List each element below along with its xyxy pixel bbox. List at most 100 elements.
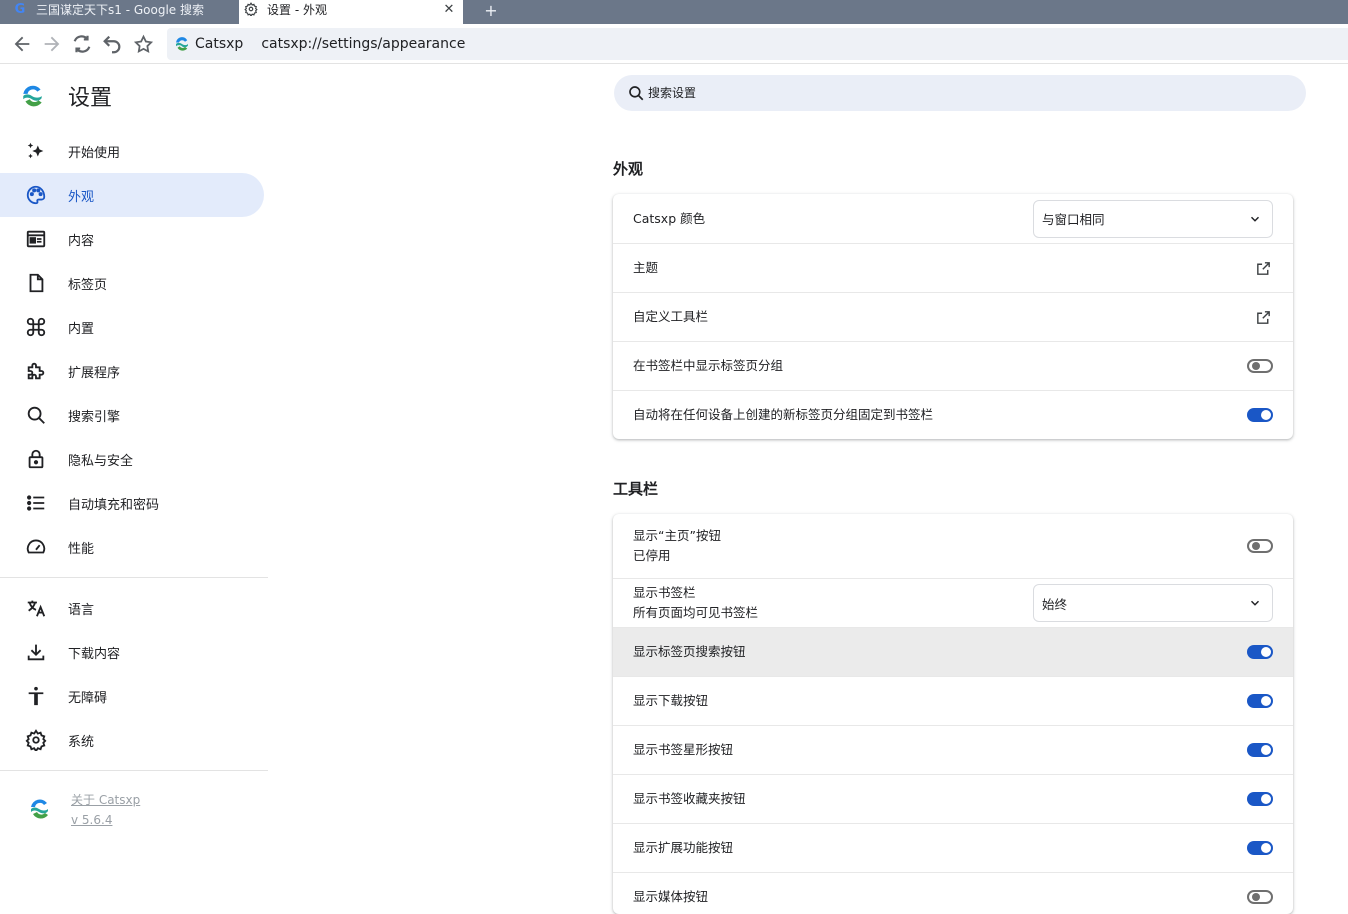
download-button-row: 显示下载按钮: [613, 676, 1293, 725]
reload-icon: [73, 35, 91, 53]
catsxp-logo-icon: [31, 799, 48, 819]
bookmark-star-button-toggle[interactable]: [1247, 743, 1273, 757]
sidebar-item-autofill[interactable]: 自动填充和密码: [0, 481, 264, 525]
catsxp-logo-icon: [23, 85, 42, 107]
sidebar-item-tabs[interactable]: 标签页: [0, 261, 264, 305]
tab-google-search[interactable]: G 三国谋定天下s1 - Google 搜索: [0, 0, 238, 24]
arrow-right-icon: [44, 36, 60, 52]
sidebar-item-content[interactable]: 内容: [0, 217, 264, 261]
tab-title: 三国谋定天下s1 - Google 搜索: [36, 2, 204, 17]
gear-icon: [24, 728, 48, 752]
site-chip[interactable]: Catsxp: [167, 28, 243, 60]
bookmarks-bar-row: 显示书签栏 所有页面均可见书签栏 始终: [613, 578, 1293, 627]
bookmark-folder-button-toggle[interactable]: [1247, 792, 1273, 806]
sidebar-divider: [0, 770, 268, 771]
url-text[interactable]: catsxp://settings/appearance: [261, 36, 465, 52]
sidebar-item-label: 标签页: [68, 277, 108, 293]
speedometer-icon: [24, 535, 48, 559]
tab-search-button-toggle[interactable]: [1247, 645, 1273, 659]
bookmarks-bar-select[interactable]: 始终: [1033, 584, 1273, 622]
sidebar-item-language[interactable]: 语言: [0, 586, 264, 630]
sidebar-item-label: 内置: [68, 321, 95, 337]
customize-toolbar-row[interactable]: 自定义工具栏: [613, 292, 1293, 341]
pin-tab-groups-row: 自动将在任何设备上创建的新标签页分组固定到书签栏: [613, 390, 1293, 439]
version-link[interactable]: v 5.6.4: [71, 810, 140, 830]
bookmark-folder-button-label: 显示书签收藏夹按钮: [633, 791, 746, 806]
star-icon: [133, 34, 153, 53]
section-title-appearance: 外观: [613, 160, 644, 178]
home-button-label: 显示“主页”按钮: [633, 528, 721, 543]
command-icon: [24, 315, 48, 339]
show-tab-groups-toggle[interactable]: [1247, 359, 1273, 373]
gear-icon: [243, 1, 259, 17]
sidebar-item-builtin[interactable]: 内置: [0, 305, 264, 349]
translate-icon: [24, 596, 48, 620]
sidebar-item-privacy[interactable]: 隐私与安全: [0, 437, 264, 481]
home-button-toggle[interactable]: [1247, 539, 1273, 553]
sidebar-item-label: 无障碍: [68, 690, 108, 706]
sidebar-item-appearance[interactable]: 外观: [0, 173, 264, 217]
theme-row[interactable]: 主题: [613, 243, 1293, 292]
sidebar-item-label: 扩展程序: [68, 365, 121, 381]
external-link-icon[interactable]: [1253, 307, 1273, 327]
page-title: 设置: [68, 86, 113, 111]
address-bar[interactable]: Catsxp catsxp://settings/appearance: [167, 28, 1348, 60]
download-button-toggle[interactable]: [1247, 694, 1273, 708]
extensions-button-row: 显示扩展功能按钮: [613, 823, 1293, 872]
close-icon[interactable]: ✕: [441, 1, 457, 17]
bookmarks-bar-select-value: 始终: [1042, 596, 1068, 612]
sidebar-item-performance[interactable]: 性能: [0, 525, 264, 569]
reload-button[interactable]: [70, 32, 94, 56]
media-button-toggle[interactable]: [1247, 890, 1273, 904]
search-input[interactable]: [648, 86, 1248, 100]
settings-search[interactable]: [614, 75, 1306, 111]
home-button-row: 显示“主页”按钮 已停用: [613, 514, 1293, 578]
tab-settings[interactable]: 设置 - 外观 ✕: [239, 0, 463, 24]
chevron-down-icon: [1250, 600, 1260, 606]
bookmarks-bar-label: 显示书签栏: [633, 585, 696, 600]
puzzle-icon: [24, 359, 48, 383]
search-icon: [626, 83, 646, 103]
back-button[interactable]: [10, 32, 34, 56]
section-title-toolbar: 工具栏: [613, 480, 659, 498]
page-icon: [24, 271, 48, 295]
pin-tab-groups-toggle[interactable]: [1247, 408, 1273, 422]
sidebar-item-label: 隐私与安全: [68, 453, 134, 469]
sidebar-item-label: 开始使用: [68, 145, 121, 161]
site-name: Catsxp: [195, 36, 244, 52]
new-tab-button[interactable]: +: [480, 0, 502, 20]
bookmark-button[interactable]: [131, 32, 155, 56]
appearance-card: Catsxp 颜色 与窗口相同 主题 自定义工具栏 在书签栏中显示标签页分组 自…: [613, 194, 1293, 439]
show-tab-groups-row: 在书签栏中显示标签页分组: [613, 341, 1293, 390]
about-link[interactable]: 关于 Catsxp: [71, 790, 140, 810]
tab-title: 设置 - 外观: [267, 2, 327, 17]
external-link-icon[interactable]: [1253, 258, 1273, 278]
sidebar-item-system[interactable]: 系统: [0, 718, 264, 762]
sidebar-item-extensions[interactable]: 扩展程序: [0, 349, 264, 393]
extensions-button-label: 显示扩展功能按钮: [633, 840, 734, 855]
list-icon: [24, 491, 48, 515]
color-select[interactable]: 与窗口相同: [1033, 199, 1273, 238]
media-button-row: 显示媒体按钮: [613, 872, 1293, 914]
palette-icon: [24, 183, 48, 207]
sidebar-item-search-engine[interactable]: 搜索引擎: [0, 393, 264, 437]
bookmarks-bar-sublabel: 所有页面均可见书签栏: [633, 605, 759, 620]
about-section: 关于 Catsxp v 5.6.4: [28, 790, 140, 830]
sidebar-item-downloads[interactable]: 下载内容: [0, 630, 264, 674]
color-row: Catsxp 颜色 与窗口相同: [613, 194, 1293, 243]
media-button-label: 显示媒体按钮: [633, 889, 709, 904]
sidebar-divider: [0, 577, 268, 578]
sidebar-item-get-started[interactable]: 开始使用: [0, 129, 264, 173]
undo-button[interactable]: [100, 32, 124, 56]
bookmark-folder-button-row: 显示书签收藏夹按钮: [613, 774, 1293, 823]
pin-tab-groups-label: 自动将在任何设备上创建的新标签页分组固定到书签栏: [633, 407, 934, 422]
extensions-button-toggle[interactable]: [1247, 841, 1273, 855]
sidebar-item-label: 内容: [68, 233, 95, 249]
show-tab-groups-label: 在书签栏中显示标签页分组: [633, 358, 784, 373]
sidebar-item-accessibility[interactable]: 无障碍: [0, 674, 264, 718]
sidebar-item-label: 语言: [68, 602, 95, 618]
theme-label: 主题: [633, 260, 659, 275]
forward-button[interactable]: [40, 32, 64, 56]
sidebar-item-label: 系统: [68, 734, 95, 750]
sidebar-item-label: 搜索引擎: [68, 409, 121, 425]
